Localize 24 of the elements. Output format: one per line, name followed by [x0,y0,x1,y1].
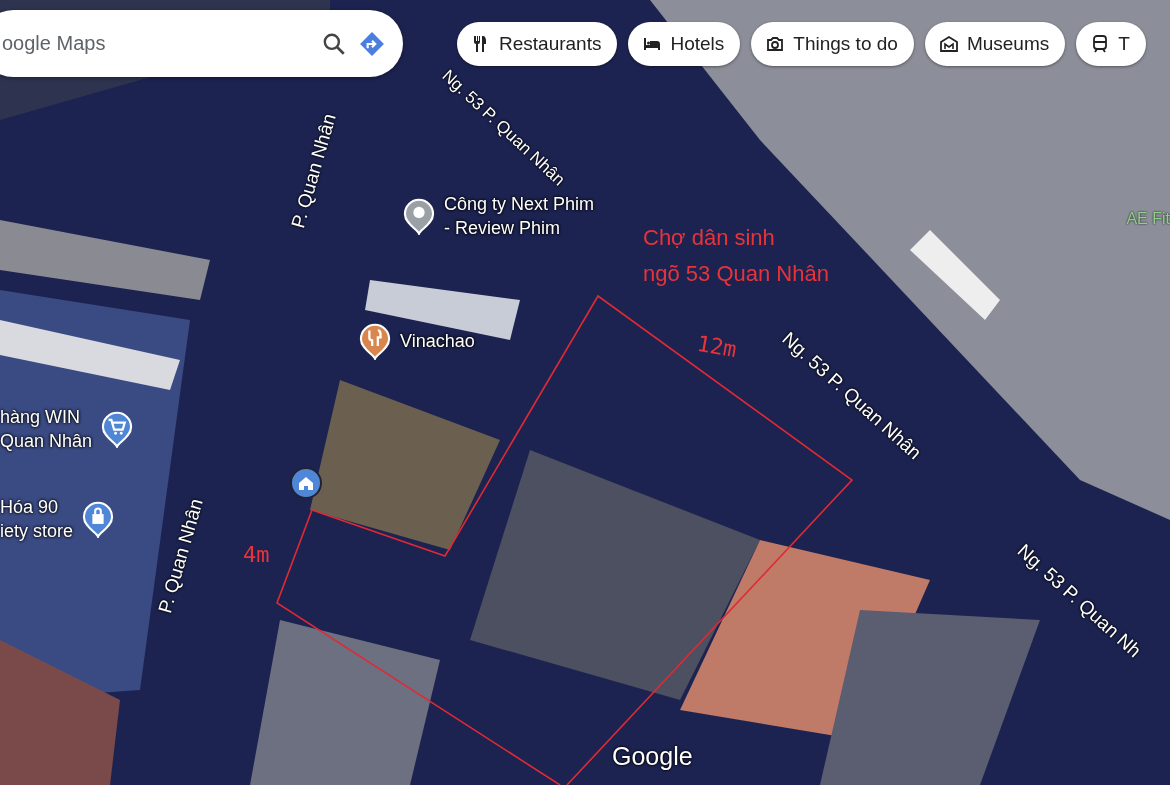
location-pin-icon[interactable] [402,197,436,235]
place-label[interactable]: Công ty Next Phim - Review Phim [444,192,595,240]
street-label: P. Quan Nhân [154,496,208,616]
category-chip[interactable]: Things to do [751,22,914,66]
dimension-label: 12m [695,330,739,363]
place-label[interactable]: hàng WIN Quan Nhân [0,405,93,453]
museum-icon [938,34,959,54]
category-chip[interactable]: Museums [924,22,1066,66]
camera-icon [765,34,786,54]
dimension-label: 4m [243,542,270,567]
category-chip[interactable]: Restaurants [457,22,618,66]
street-label: P. Quan Nhân [287,111,341,231]
category-chip[interactable]: Hotels [628,22,741,66]
search-field[interactable]: oogle Maps [0,31,309,56]
search-bar[interactable]: oogle Maps [0,10,403,77]
home-icon[interactable] [289,466,323,500]
cart-pin-icon[interactable] [100,410,135,448]
place-label[interactable]: Vinachao [400,329,475,353]
directions-icon[interactable] [359,30,385,57]
bag-pin-icon[interactable] [81,500,116,538]
place-label[interactable]: Hóa 90 iety store [0,495,74,543]
restaurant-pin-icon[interactable] [358,322,392,360]
annotation-text: Chợ dân sinh ngõ 53 Quan Nhân [643,224,829,288]
google-logo: Google [612,742,693,771]
